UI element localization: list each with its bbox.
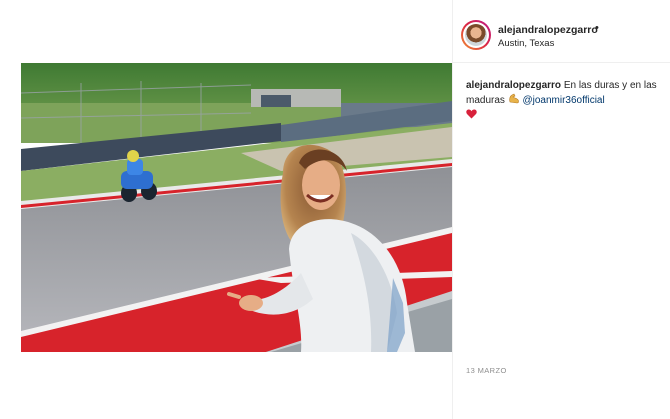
- avatar-image: [465, 24, 487, 46]
- racetrack-photo: [21, 63, 452, 352]
- mention-link[interactable]: @joanmir36official: [522, 95, 604, 106]
- location-link[interactable]: Austin, Texas: [498, 38, 554, 49]
- flexed-biceps-icon: [508, 93, 519, 104]
- post-date: 13 MARZO: [466, 366, 507, 375]
- header-username[interactable]: alejandralopezgarro: [498, 24, 598, 36]
- post-photo[interactable]: [21, 63, 452, 352]
- caption-username[interactable]: alejandralopezgarro: [466, 80, 561, 91]
- profile-avatar[interactable]: [461, 20, 491, 50]
- post-caption: alejandralopezgarro En las duras y en la…: [466, 79, 662, 119]
- post-header: alejandralopezgarro • Austin, Texas: [461, 20, 666, 54]
- red-heart-icon: [466, 109, 477, 119]
- header-divider: [452, 62, 670, 63]
- header-separator: •: [595, 22, 599, 34]
